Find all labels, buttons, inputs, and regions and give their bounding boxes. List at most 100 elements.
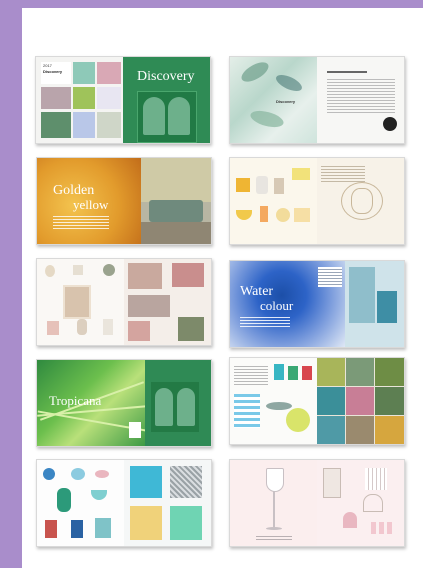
product-blue-ball: [43, 468, 55, 480]
photo-pink-towel: [172, 263, 204, 287]
photo-grid-3: [375, 358, 404, 386]
intro-text-lines: [53, 214, 109, 230]
product-pink-dish: [95, 470, 109, 478]
cushion-turquoise: [130, 466, 162, 498]
photo-green-box: [73, 87, 95, 109]
product-throw: [292, 168, 310, 180]
spread-right-page: [144, 360, 211, 446]
brand-label: Discovery: [43, 69, 63, 74]
product-cushion: [236, 178, 250, 192]
spread-right-page: [124, 460, 211, 546]
room-wall: [141, 158, 211, 202]
spread-left-page: [230, 158, 317, 244]
product-lamp: [274, 178, 284, 194]
photo-bedroom: [128, 295, 170, 317]
product-photo-frame: [63, 285, 91, 319]
intro-text-lines: [327, 77, 395, 115]
product-striped-towel: [234, 394, 260, 428]
product-lamp: [103, 319, 113, 335]
glass-light-fixture-inner: [351, 188, 373, 214]
photo-grid-8: [346, 416, 374, 444]
product-red-glass: [302, 366, 312, 380]
photo-pink-dress: [97, 62, 121, 84]
product-pink-box: [47, 321, 59, 335]
product-bowl-blue: [91, 490, 107, 500]
spread-left-page: [230, 460, 317, 546]
candle-holders: [365, 468, 387, 490]
spread-discovery[interactable]: 2017 Discovery Discovery: [35, 56, 211, 144]
photo-pink-vase: [73, 62, 95, 84]
photo-promo: [97, 87, 121, 109]
product-plate: [276, 208, 290, 222]
photo-grid-9: [375, 416, 404, 444]
wine-glass-stem: [273, 491, 275, 527]
spread-tropicana[interactable]: Tropicana: [36, 359, 212, 447]
sofa: [149, 200, 204, 222]
cushion-yellow: [130, 506, 162, 540]
cushion-grey-pattern: [170, 466, 202, 498]
leaf-pattern-2: [273, 71, 305, 95]
product-chain-sculpture: [57, 488, 71, 512]
cabinet-door-right: [176, 388, 195, 426]
spread-title-line1: Water: [240, 284, 274, 299]
photo-mirror: [97, 112, 121, 138]
spread-left-page: 2017 Discovery: [36, 57, 123, 143]
product-red-vase: [45, 520, 57, 538]
cloche: [363, 494, 383, 512]
spread-pink-glass[interactable]: [229, 459, 405, 547]
product-oval-plate: [45, 265, 55, 277]
cabinet-door-left: [154, 388, 173, 426]
spread-yellow-products[interactable]: [229, 157, 405, 245]
leaf-pattern-1: [238, 58, 272, 86]
floor: [141, 222, 211, 244]
product-turquoise-glass: [274, 364, 284, 380]
spread-title: Discovery: [137, 69, 195, 84]
spread-right-page: [124, 259, 211, 345]
spread-water-colour[interactable]: Water colour: [229, 260, 405, 348]
product-blue-bowl: [71, 468, 85, 480]
spread-turquoise-decor[interactable]: [229, 357, 405, 445]
photo-flowers: [73, 112, 95, 138]
map-shape: [129, 422, 141, 438]
photo-plant: [41, 112, 71, 138]
spread-left-page: Water colour: [230, 261, 345, 347]
spread-left-page: Tropicana: [37, 360, 145, 446]
photo-grid-1: [317, 358, 345, 386]
intro-text-lines: [234, 364, 268, 386]
pink-lamp: [343, 512, 357, 528]
brand-label: Discovery: [276, 99, 296, 104]
spread-golden-yellow[interactable]: Golden yellow: [36, 157, 212, 245]
photo-room: [348, 267, 375, 323]
photo-grid-6: [375, 387, 404, 415]
spread-discovery-intro[interactable]: Discovery: [229, 56, 405, 144]
cushion-green: [170, 506, 202, 540]
intro-heading-line: [327, 71, 367, 73]
caption-lines: [256, 534, 292, 540]
photo-plant: [178, 317, 204, 341]
wine-glass-base: [266, 527, 282, 530]
product-green-glass: [288, 366, 298, 380]
photo-wool: [41, 87, 71, 109]
spread-right-page: [317, 158, 404, 244]
left-accent-bar: [0, 0, 22, 568]
spread-blue-accessories[interactable]: [36, 459, 212, 547]
spread-title: Tropicana: [49, 393, 102, 408]
photo-grid-7: [317, 416, 345, 444]
spread-left-page: Discovery: [230, 57, 317, 143]
spread-neutral-decor[interactable]: [36, 258, 212, 346]
spread-right-page: [317, 57, 404, 143]
leaf-pattern-3: [248, 107, 286, 131]
photo-grid-2: [346, 358, 374, 386]
product-bottle: [260, 206, 268, 222]
spread-title-line2: yellow: [73, 197, 109, 212]
product-vase: [256, 176, 268, 194]
product-bowl: [236, 210, 252, 220]
photo-grid-4: [317, 387, 345, 415]
side-text-lines: [318, 267, 342, 287]
wine-glass-bowl: [266, 468, 284, 492]
intro-text-lines: [240, 315, 290, 329]
spread-left-page: [37, 460, 124, 546]
spread-right-page: [317, 460, 404, 546]
cabinet-door-right: [168, 97, 190, 135]
product-vase: [77, 319, 87, 335]
